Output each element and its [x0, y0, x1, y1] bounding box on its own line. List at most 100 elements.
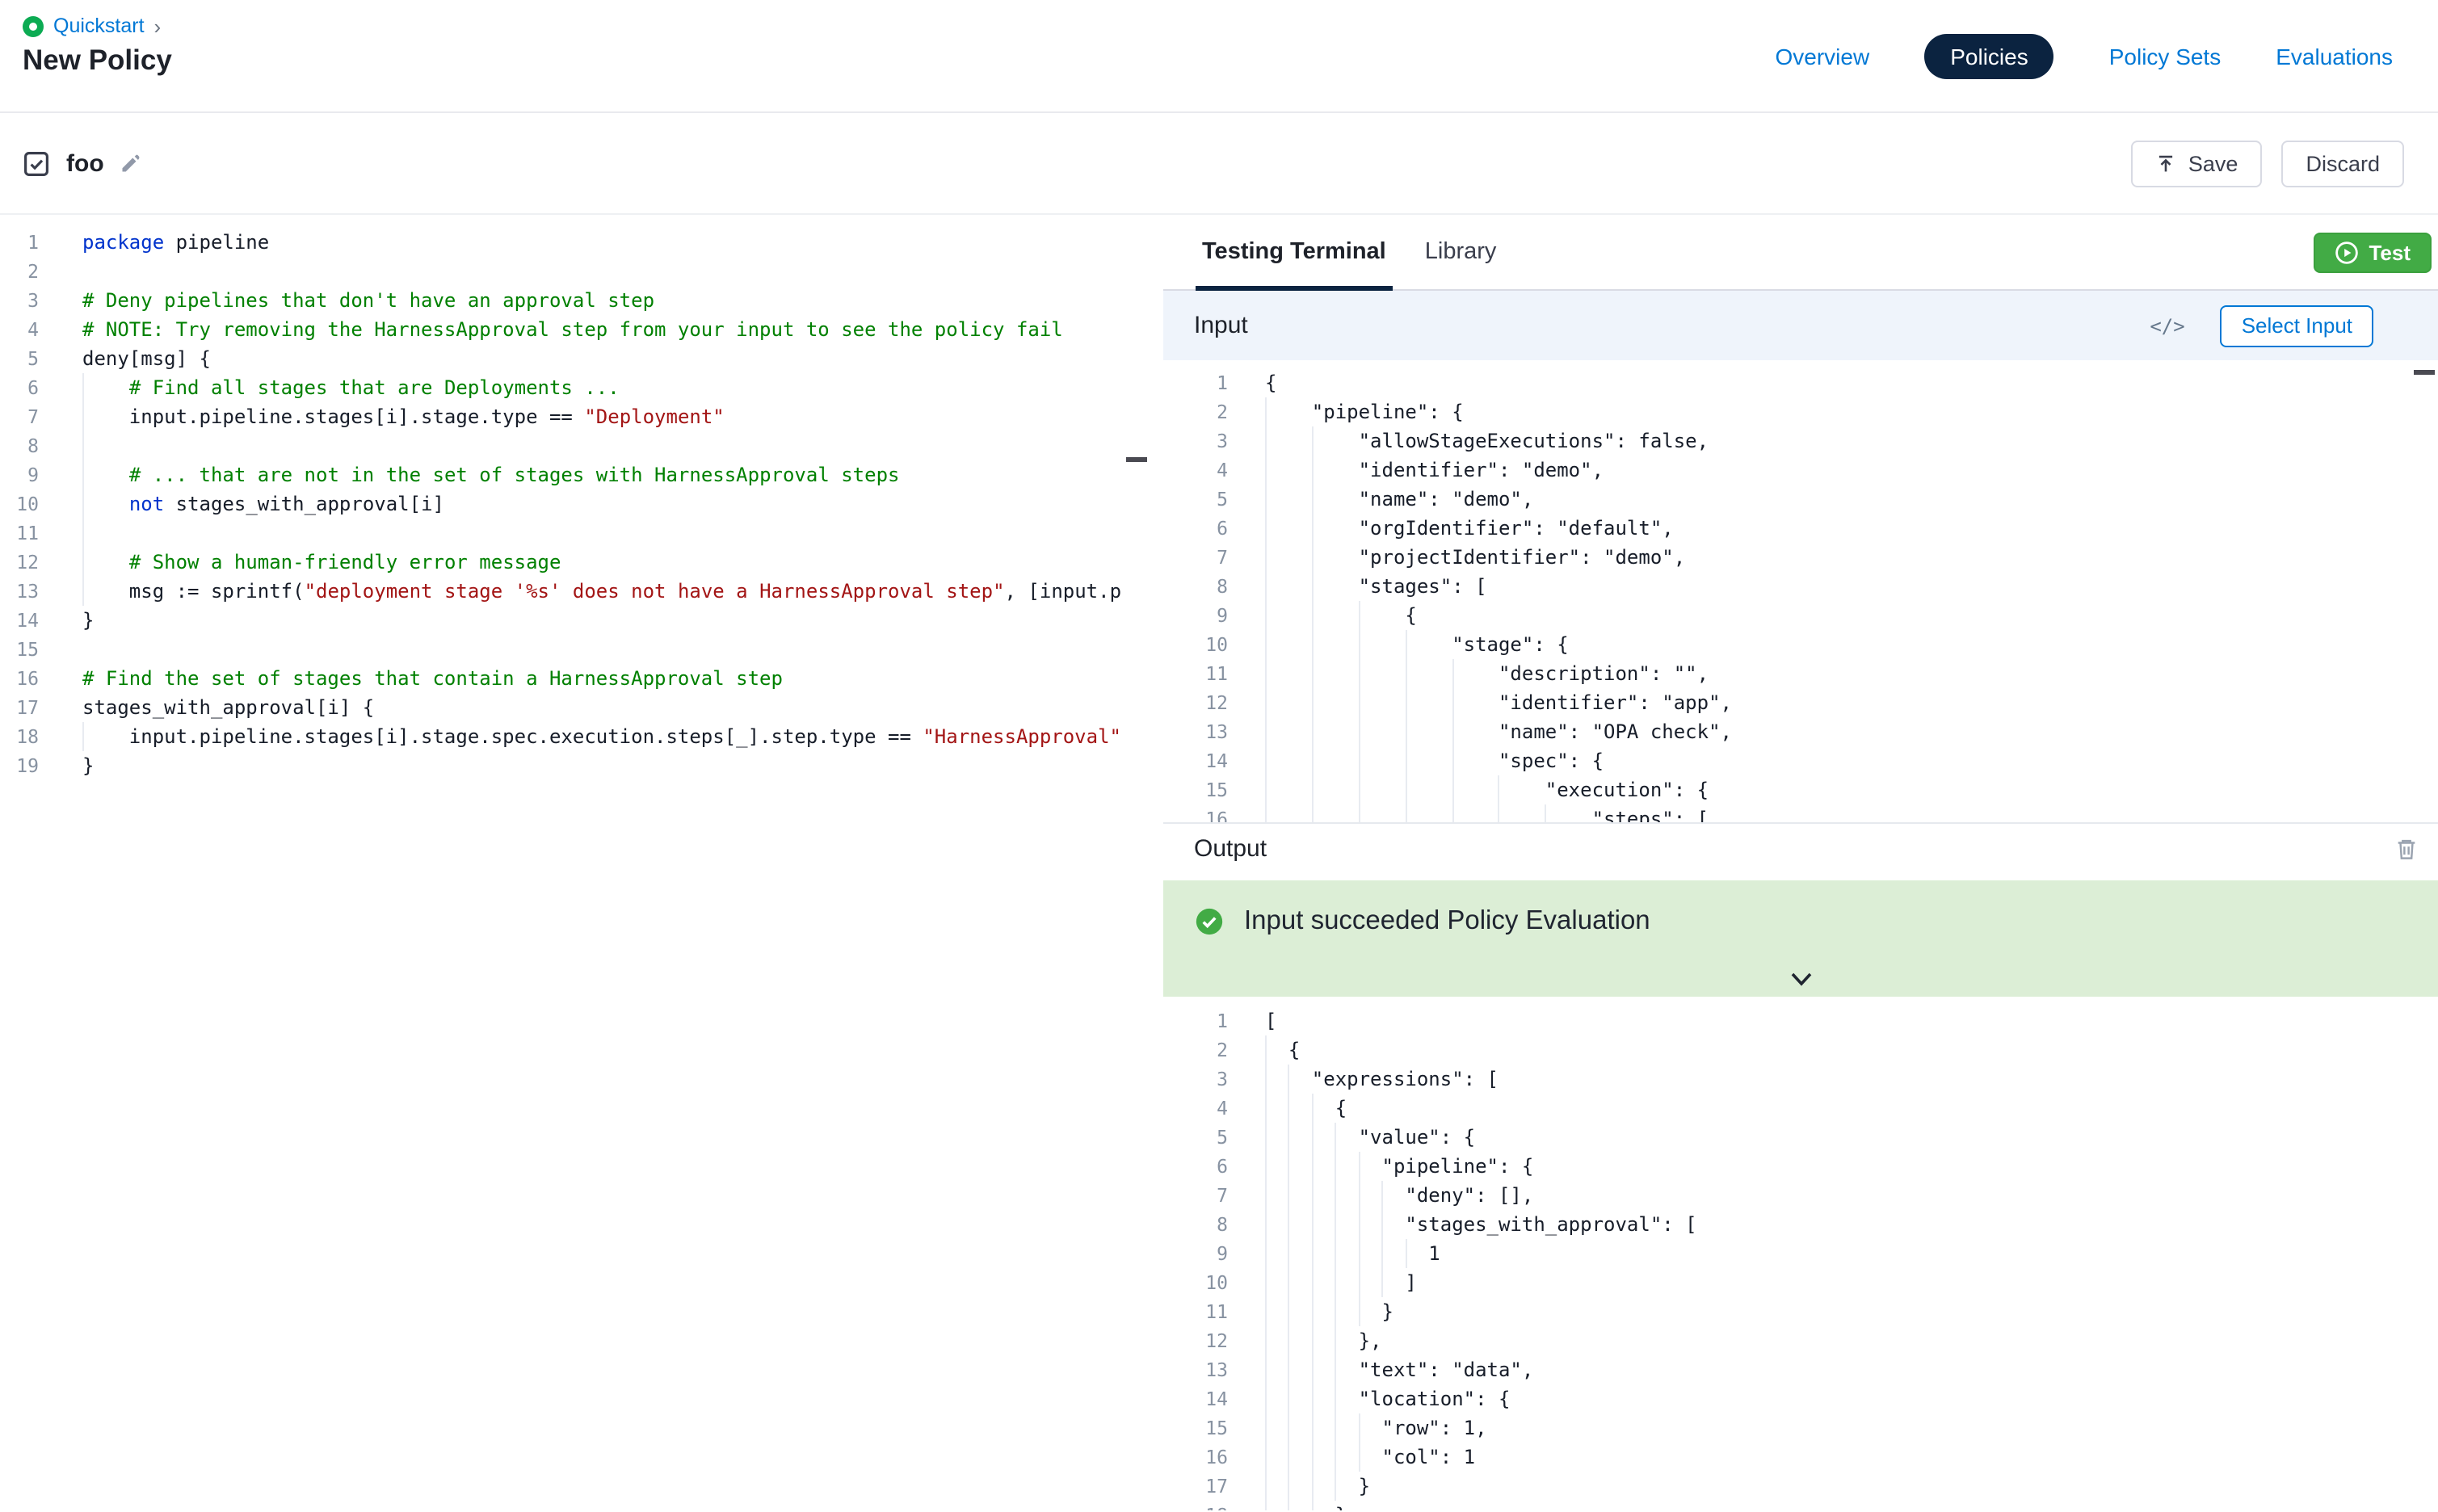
nav-tab-policies[interactable]: Policies: [1924, 33, 2054, 78]
indent-guide: [1265, 717, 1267, 746]
discard-button[interactable]: Discard: [2281, 140, 2404, 187]
nav-tab-overview[interactable]: Overview: [1776, 43, 1870, 69]
indent-guide: [1359, 1239, 1360, 1268]
policy-check-icon: [23, 149, 50, 177]
policy-name: foo: [66, 149, 104, 177]
indent-guide: [82, 489, 84, 519]
testing-panel: Testing Terminal Library Test Input </> …: [1163, 215, 2438, 1510]
indent-guide: [1312, 601, 1314, 630]
indent-guide: [82, 431, 84, 460]
code-line: 1[: [1163, 1006, 2438, 1035]
breadcrumb-project-link[interactable]: Quickstart: [53, 15, 145, 37]
code-line: 12 },: [1163, 1326, 2438, 1355]
evaluation-success-banner: Input succeeded Policy Evaluation: [1163, 880, 2438, 997]
project-avatar-icon: [23, 15, 44, 36]
input-section-header: Input </> Select Input: [1163, 291, 2438, 360]
nav-tab-evaluations[interactable]: Evaluations: [2276, 43, 2393, 69]
output-json-editor[interactable]: 1[2 {3 "expressions": [4 {5 "value": {6 …: [1163, 997, 2438, 1510]
indent-guide: [1381, 1181, 1383, 1210]
line-number: 11: [1163, 1297, 1228, 1326]
code-view-icon[interactable]: </>: [2150, 314, 2184, 337]
indent-guide: [1359, 717, 1360, 746]
save-button[interactable]: Save: [2132, 140, 2263, 187]
indent-guide: [1405, 688, 1406, 717]
line-number: 9: [1163, 601, 1228, 630]
indent-guide: [1335, 1239, 1337, 1268]
line-number: 11: [0, 519, 39, 548]
code-line: 9 {: [1163, 601, 2438, 630]
indent-guide: [1452, 775, 1453, 804]
line-number: 4: [1163, 456, 1228, 485]
code-line: 13 msg := sprintf("deployment stage '%s'…: [0, 577, 1150, 606]
line-number: 5: [1163, 1123, 1228, 1152]
indent-guide: [1265, 397, 1267, 426]
line-number: 19: [0, 751, 39, 780]
code-line: 15 "row": 1,: [1163, 1413, 2438, 1443]
indent-guide: [1499, 804, 1500, 822]
indent-guide: [1288, 1413, 1290, 1443]
indent-guide: [1335, 1152, 1337, 1181]
code-line: 5deny[msg] {: [0, 344, 1150, 373]
code-line: 5 "name": "demo",: [1163, 485, 2438, 514]
code-line: 16 "col": 1: [1163, 1443, 2438, 1472]
indent-guide: [1265, 1384, 1267, 1413]
nav-tab-policy-sets[interactable]: Policy Sets: [2109, 43, 2222, 69]
code-line: 6 "orgIdentifier": "default",: [1163, 514, 2438, 543]
code-line: 3 "allowStageExecutions": false,: [1163, 426, 2438, 456]
indent-guide: [1288, 1239, 1290, 1268]
indent-guide: [1265, 1035, 1267, 1065]
line-number: 5: [0, 344, 39, 373]
indent-guide: [1359, 1268, 1360, 1297]
code-line: 6 # Find all stages that are Deployments…: [0, 373, 1150, 402]
indent-guide: [1381, 1210, 1383, 1239]
indent-guide: [1405, 659, 1406, 688]
code-line: 4 "identifier": "demo",: [1163, 456, 2438, 485]
indent-guide: [82, 373, 84, 402]
line-number: 16: [0, 664, 39, 693]
policy-code-editor[interactable]: 1package pipeline2 3# Deny pipelines tha…: [0, 215, 1150, 1510]
indent-guide: [1288, 1210, 1290, 1239]
indent-guide: [1265, 572, 1267, 601]
output-section-header: Output: [1163, 822, 2438, 874]
check-circle-icon: [1196, 908, 1223, 935]
line-number: 8: [0, 431, 39, 460]
indent-guide: [1335, 1268, 1337, 1297]
page-title: New Policy: [23, 44, 172, 78]
line-number: 15: [1163, 1413, 1228, 1443]
indent-guide: [1265, 630, 1267, 659]
indent-guide: [1359, 659, 1360, 688]
line-number: 18: [0, 722, 39, 751]
indent-guide: [1265, 426, 1267, 456]
indent-guide: [1288, 1297, 1290, 1326]
trash-icon[interactable]: [2394, 837, 2419, 861]
indent-guide: [1312, 804, 1314, 822]
code-line: 13 "name": "OPA check",: [1163, 717, 2438, 746]
indent-guide: [1312, 1268, 1314, 1297]
line-number: 9: [0, 460, 39, 489]
test-button[interactable]: Test: [2314, 232, 2432, 272]
tab-library[interactable]: Library: [1406, 215, 1516, 289]
indent-guide: [1288, 1355, 1290, 1384]
indent-guide: [1452, 746, 1453, 775]
indent-guide: [1312, 426, 1314, 456]
edit-pencil-icon[interactable]: [120, 152, 143, 174]
indent-guide: [1405, 746, 1406, 775]
line-number: 4: [0, 315, 39, 344]
save-label: Save: [2188, 151, 2238, 175]
line-number: 10: [1163, 1268, 1228, 1297]
input-json-editor[interactable]: 1{2 "pipeline": {3 "allowStageExecutions…: [1163, 360, 2438, 822]
indent-guide: [1381, 1268, 1383, 1297]
chevron-down-icon[interactable]: [1788, 971, 1814, 989]
select-input-button[interactable]: Select Input: [2221, 304, 2373, 346]
indent-guide: [1312, 717, 1314, 746]
code-line: 11 "description": "",: [1163, 659, 2438, 688]
line-number: 6: [0, 373, 39, 402]
indent-guide: [1452, 717, 1453, 746]
tab-testing-terminal[interactable]: Testing Terminal: [1183, 215, 1406, 289]
code-line: 8: [0, 431, 1150, 460]
indent-guide: [82, 519, 84, 548]
code-line: 8 "stages_with_approval": [: [1163, 1210, 2438, 1239]
indent-guide: [1335, 1326, 1337, 1355]
save-upload-icon: [2156, 153, 2177, 174]
code-line: 5 "value": {: [1163, 1123, 2438, 1152]
